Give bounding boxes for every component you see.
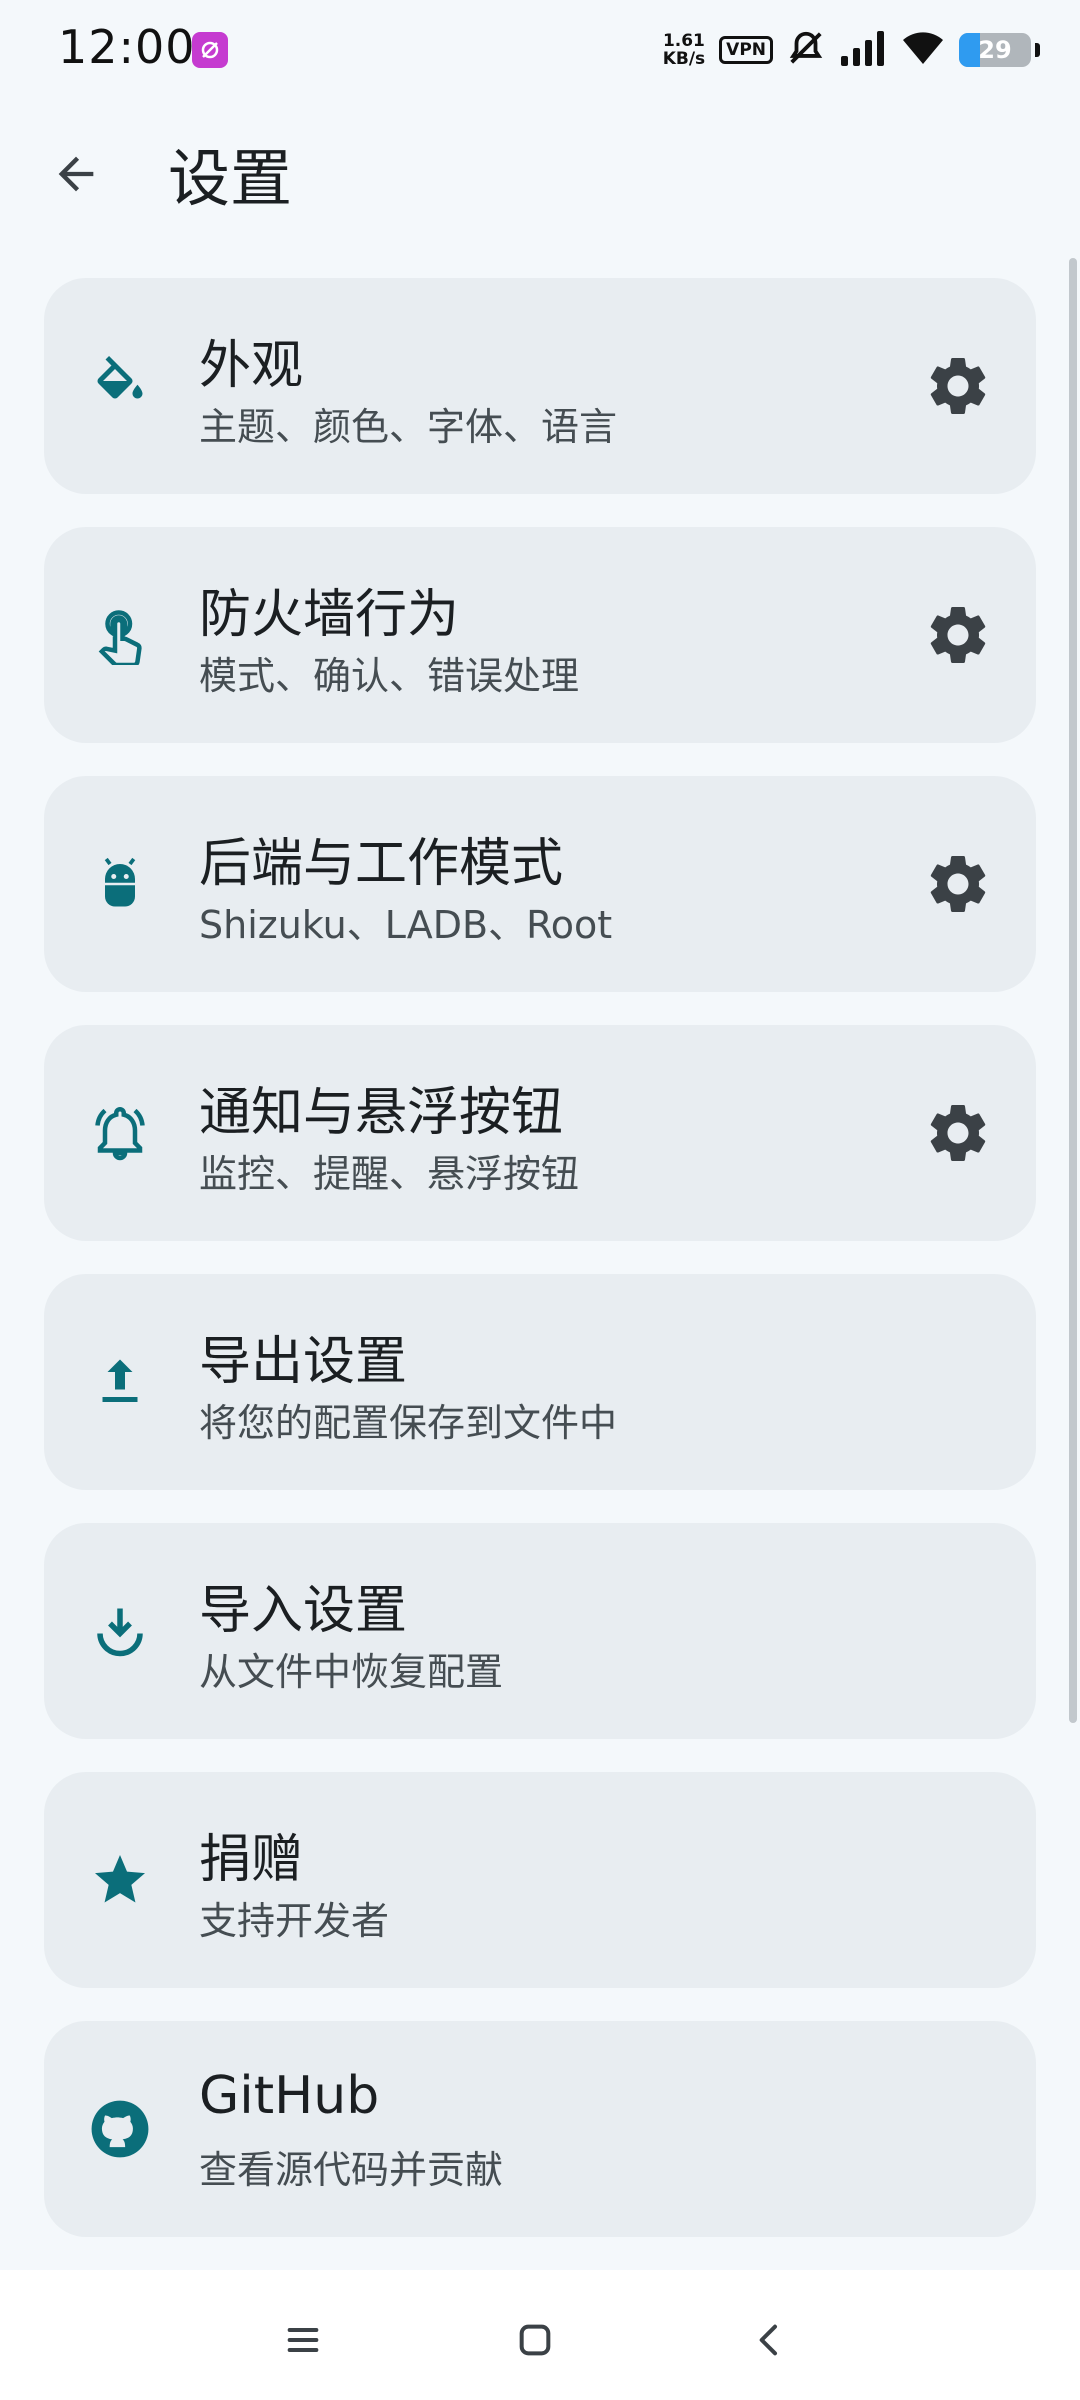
recents-button[interactable]	[268, 2305, 338, 2375]
battery-indicator: 29	[959, 33, 1031, 67]
settings-list: 外观 主题、颜色、字体、语言 防火墙行为 模式、确认、错误处理 后端与工作模式 …	[44, 278, 1036, 2270]
settings-item-title: 防火墙行为	[199, 585, 460, 645]
app-notification-icon	[192, 32, 228, 68]
upload-icon	[88, 1350, 152, 1414]
signal-icon	[839, 30, 887, 70]
gear-icon[interactable]	[920, 597, 996, 673]
home-button[interactable]	[500, 2305, 570, 2375]
touch-app-icon	[88, 603, 152, 667]
download-icon	[88, 1599, 152, 1663]
network-speed-value: 1.61	[662, 31, 705, 51]
settings-item-title: 通知与悬浮按钮	[199, 1083, 564, 1143]
paint-bucket-icon	[88, 354, 152, 418]
settings-item-subtitle: 将您的配置保存到文件中	[199, 1401, 618, 1445]
settings-item-title: 导入设置	[199, 1581, 408, 1641]
android-icon	[88, 852, 152, 916]
settings-item-subtitle: 从文件中恢复配置	[199, 1650, 504, 1694]
app-bar: 设置	[0, 110, 1080, 230]
settings-item-title: GitHub	[199, 2066, 380, 2126]
settings-item-subtitle: 支持开发者	[199, 1899, 390, 1943]
settings-item-subtitle: 监控、提醒、悬浮按钮	[199, 1152, 580, 1196]
notification-bell-icon	[88, 1101, 152, 1165]
github-icon	[88, 2097, 152, 2161]
settings-item-backend[interactable]: 后端与工作模式 Shizuku、LADB、Root	[44, 776, 1036, 992]
system-nav-bar	[0, 2270, 1080, 2400]
settings-item-github[interactable]: GitHub 查看源代码并贡献	[44, 2021, 1036, 2237]
settings-item-title: 后端与工作模式	[199, 834, 564, 894]
scrollbar[interactable]	[1069, 258, 1077, 1723]
settings-item-title: 外观	[199, 336, 304, 396]
network-speed-unit: KB/s	[662, 49, 706, 69]
star-icon	[88, 1848, 152, 1912]
gear-icon[interactable]	[920, 846, 996, 922]
settings-item-subtitle: Shizuku、LADB、Root	[199, 903, 613, 947]
settings-item-appearance[interactable]: 外观 主题、颜色、字体、语言	[44, 278, 1036, 494]
status-time: 12:00	[58, 20, 196, 74]
home-icon	[519, 2324, 551, 2356]
settings-item-export[interactable]: 导出设置 将您的配置保存到文件中	[44, 1274, 1036, 1490]
settings-item-notifications[interactable]: 通知与悬浮按钮 监控、提醒、悬浮按钮	[44, 1025, 1036, 1241]
page-title: 设置	[168, 142, 293, 215]
back-button[interactable]	[38, 136, 114, 212]
settings-item-subtitle: 查看源代码并贡献	[199, 2148, 504, 2192]
settings-item-firewall[interactable]: 防火墙行为 模式、确认、错误处理	[44, 527, 1036, 743]
vpn-badge: VPN	[719, 36, 773, 64]
arrow-back-icon	[58, 156, 94, 192]
settings-item-donate[interactable]: 捐赠 支持开发者	[44, 1772, 1036, 1988]
settings-item-title: 捐赠	[199, 1830, 304, 1890]
gear-icon[interactable]	[920, 348, 996, 424]
settings-item-subtitle: 模式、确认、错误处理	[199, 654, 580, 698]
settings-item-title: 导出设置	[199, 1332, 408, 1392]
settings-item-subtitle: 主题、颜色、字体、语言	[199, 405, 618, 449]
status-indicators: 1.61 KB/s VPN 29	[663, 28, 1040, 72]
system-back-button[interactable]	[735, 2305, 805, 2375]
battery-tip	[1035, 43, 1040, 57]
mute-icon	[787, 28, 825, 72]
status-bar: 12:00 1.61 KB/s VPN 29	[0, 0, 1080, 100]
battery-level: 29	[978, 36, 1012, 64]
back-icon	[759, 2324, 777, 2356]
settings-item-import[interactable]: 导入设置 从文件中恢复配置	[44, 1523, 1036, 1739]
wifi-icon	[901, 30, 945, 70]
menu-icon	[287, 2328, 319, 2352]
gear-icon[interactable]	[920, 1095, 996, 1171]
network-speed: 1.61 KB/s	[663, 32, 705, 68]
